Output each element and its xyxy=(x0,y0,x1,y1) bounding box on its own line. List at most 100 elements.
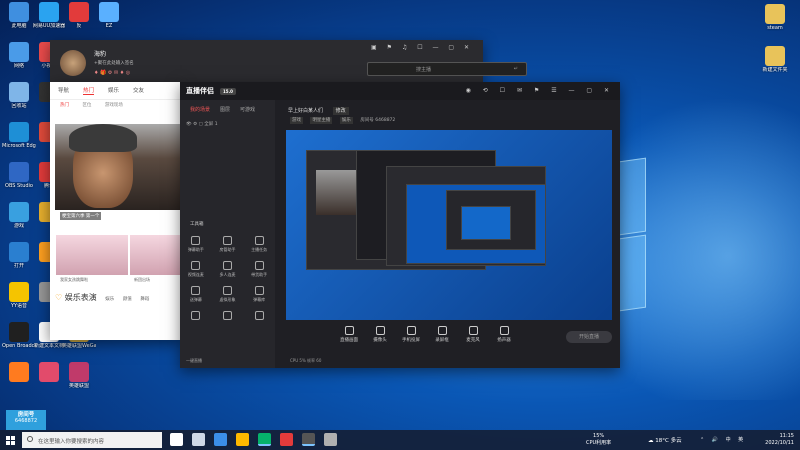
hero-caption: 梗宝第六季 第一个 xyxy=(60,212,102,220)
thumbnail-caption: 新团出场 xyxy=(134,277,150,282)
tool-label: 房管助手 xyxy=(219,247,236,252)
source-button[interactable]: 直播画面 xyxy=(338,326,360,352)
tool-button[interactable]: 多人连麦 xyxy=(212,257,244,278)
weather-widget[interactable]: ☁ 18°C 多云 xyxy=(648,436,682,444)
room-tag[interactable]: 明星主播 xyxy=(310,117,333,124)
user-name: 海豹 xyxy=(94,51,107,58)
taskbar-app-icon[interactable] xyxy=(324,433,337,446)
tool-button[interactable]: 主播任务 xyxy=(243,232,275,253)
desktop-icon[interactable]: OBS Studio xyxy=(2,162,36,189)
desktop-icon[interactable]: steam xyxy=(758,4,792,31)
source-button[interactable]: 扬声器 xyxy=(493,326,515,352)
stream-preview[interactable] xyxy=(286,130,612,320)
desktop-icon[interactable]: 网络 xyxy=(2,42,36,69)
go-live-button[interactable]: 开始直播 xyxy=(566,331,612,343)
source-button[interactable]: 手机投屏 xyxy=(400,326,422,352)
tab-hot[interactable]: 热门 xyxy=(83,86,95,95)
taskbar-app-icon[interactable] xyxy=(236,433,249,446)
taskbar-app-icon[interactable] xyxy=(302,433,315,446)
desktop-icon[interactable]: EZ xyxy=(92,2,126,29)
taskbar-app-icon[interactable] xyxy=(258,433,271,446)
desktop-icon[interactable]: 网易UU加速器 xyxy=(32,2,66,29)
desktop-icon[interactable]: Microsoft Edge xyxy=(2,122,36,149)
room-tag[interactable]: 游戏 xyxy=(290,117,303,124)
user-signature[interactable]: +聚在此处输入签名 xyxy=(94,60,134,66)
taskbar-app-icon[interactable] xyxy=(280,433,293,446)
studio-titlebar: 直播伴侣 15.0 ◉ ⟲ ☐ ✉ ⚑ ☰ — ▢ ✕ xyxy=(180,82,620,100)
tool-button[interactable]: 虚拟形象 xyxy=(212,282,244,303)
desktop-icon[interactable]: 英雄联盟 xyxy=(62,362,96,389)
tab-layers[interactable]: 图层 xyxy=(220,106,230,113)
clock[interactable]: 11:15 2022/10/11 xyxy=(765,433,794,447)
enter-icon[interactable]: ↵ xyxy=(514,66,518,72)
section-tab[interactable]: 娱乐 xyxy=(105,297,114,302)
tab-nav[interactable]: 导航 xyxy=(58,86,69,95)
taskbar-app-icon[interactable] xyxy=(192,433,205,446)
room-tag[interactable]: 娱乐 xyxy=(339,117,353,124)
tool-button[interactable]: 房管助手 xyxy=(212,232,244,253)
tool-label: 送弹幕 xyxy=(189,297,202,302)
studio-controls[interactable]: ◉ ⟲ ☐ ✉ ⚑ ☰ — ▢ ✕ xyxy=(466,87,614,94)
subtab-game[interactable]: 游戏现场 xyxy=(105,103,123,108)
window-controls[interactable]: ▣ ⚑ ♫ ☐ — ▢ ✕ xyxy=(371,44,473,51)
stream-thumbnail[interactable] xyxy=(130,235,180,275)
desktop-icon[interactable]: 打开 xyxy=(2,242,36,269)
user-badges: ♦ 🎁 ⚙ ✉ ♦ ◎ xyxy=(94,70,131,76)
tab-my-scene[interactable]: 我的场景 xyxy=(190,106,210,113)
stream-thumbnail[interactable] xyxy=(56,235,128,275)
tab-friends[interactable]: 交友 xyxy=(133,86,144,95)
studio-footer[interactable]: 一键直播 xyxy=(186,358,202,364)
tool-button[interactable] xyxy=(212,307,244,322)
scene-item[interactable]: 👁 ⚙ ▢ 全屏 1 xyxy=(180,119,275,129)
tool-button[interactable]: 视频连麦 xyxy=(180,257,212,278)
source-icon xyxy=(437,326,447,335)
tool-button[interactable]: 弹幕助手 xyxy=(180,232,212,253)
tab-games[interactable]: 可游戏 xyxy=(240,106,255,113)
tool-button[interactable]: 弹幕库 xyxy=(243,282,275,303)
tool-button[interactable] xyxy=(180,307,212,322)
source-button[interactable]: 麦克风 xyxy=(462,326,484,352)
desktop-icon[interactable]: 此电脑 xyxy=(2,2,36,29)
tab-ent[interactable]: 娱乐 xyxy=(108,86,119,95)
tool-button[interactable]: 送弹幕 xyxy=(180,282,212,303)
desktop-icon-label: steam xyxy=(767,25,783,31)
app-icon xyxy=(69,362,89,382)
room-title-text: 早上好白某人们 xyxy=(288,108,324,114)
hero-stream-thumbnail[interactable] xyxy=(55,124,181,210)
desktop-icon-label: 回收站 xyxy=(11,103,27,109)
tool-label: 视频连麦 xyxy=(187,272,204,277)
section-header: ♡ 娱乐表演 娱乐 颜值 舞蹈 xyxy=(55,292,179,303)
subtab-region[interactable]: 区位 xyxy=(82,103,91,108)
desktop-icon[interactable] xyxy=(2,362,36,383)
folder-icon xyxy=(765,46,785,66)
subtab-hot[interactable]: 热门 xyxy=(60,103,69,108)
search-input[interactable]: 搜主播 ↵ xyxy=(367,62,527,76)
tool-button[interactable]: 带货助手 xyxy=(243,257,275,278)
section-tab[interactable]: 舞蹈 xyxy=(140,297,149,302)
avatar[interactable] xyxy=(60,50,86,76)
room-edit-button[interactable]: 修改 xyxy=(332,107,349,115)
desktop-icon[interactable]: 游戏 xyxy=(2,202,36,229)
source-button[interactable]: 摄像头 xyxy=(369,326,391,352)
desktop-icon[interactable]: Open Broadcaster xyxy=(2,322,36,349)
app-icon xyxy=(9,242,29,262)
taskbar-search[interactable]: 在这里输入你要搜索的内容 xyxy=(22,432,162,448)
tray-icons[interactable]: ⌃ 🔊 中 英 xyxy=(700,436,746,443)
toolbox-grid: 弹幕助手 房管助手 主播任务视频连麦 多人连麦 带货助手送弹幕 虚拟形象 弹幕库 xyxy=(180,232,275,322)
start-icon[interactable] xyxy=(6,436,15,445)
desktop-icon-label: 反 xyxy=(76,23,82,29)
desktop-icon[interactable]: 反 xyxy=(62,2,96,29)
source-button[interactable]: 录屏框 xyxy=(431,326,453,352)
sticky-line2: 6468872 xyxy=(14,418,38,424)
source-label: 摄像头 xyxy=(373,338,387,343)
desktop-icon[interactable] xyxy=(32,362,66,383)
desktop-icon[interactable]: YY语音 xyxy=(2,282,36,309)
app-icon xyxy=(9,2,29,22)
desktop-icon[interactable]: 回收站 xyxy=(2,82,36,109)
section-tab[interactable]: 颜值 xyxy=(123,297,132,302)
taskbar-app-icon[interactable] xyxy=(214,433,227,446)
desktop-icon[interactable]: 新建文件夹 xyxy=(758,46,792,73)
desktop-icon-label: 此电脑 xyxy=(11,23,27,29)
tool-button[interactable] xyxy=(243,307,275,322)
taskbar-app-icon[interactable] xyxy=(170,433,183,446)
